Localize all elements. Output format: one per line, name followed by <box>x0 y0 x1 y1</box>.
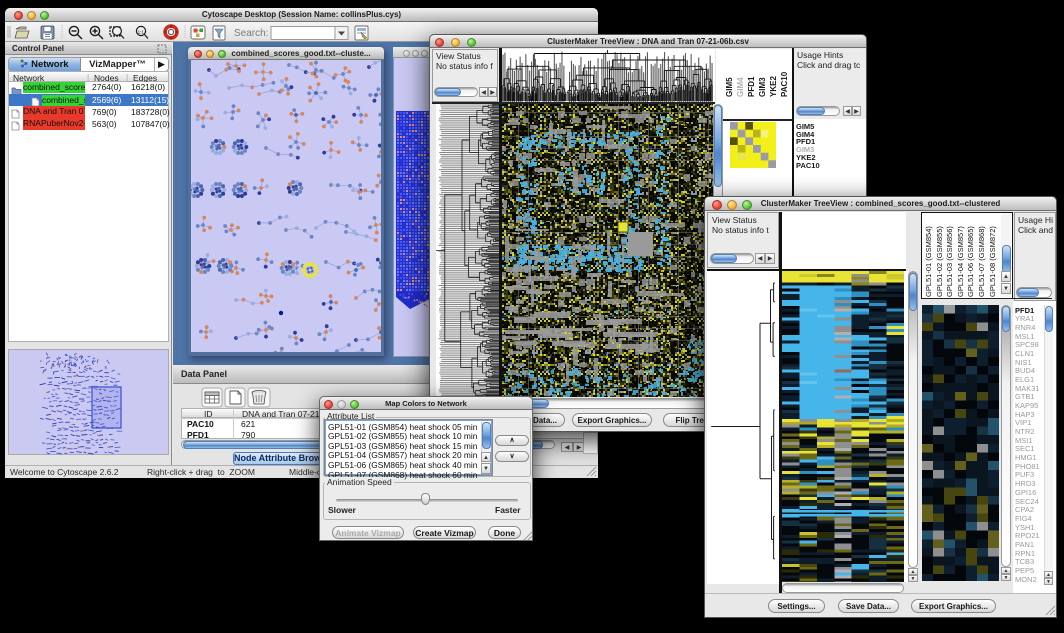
svg-text:1:1: 1:1 <box>138 29 145 34</box>
svg-text:Search:: Search: <box>234 28 268 39</box>
